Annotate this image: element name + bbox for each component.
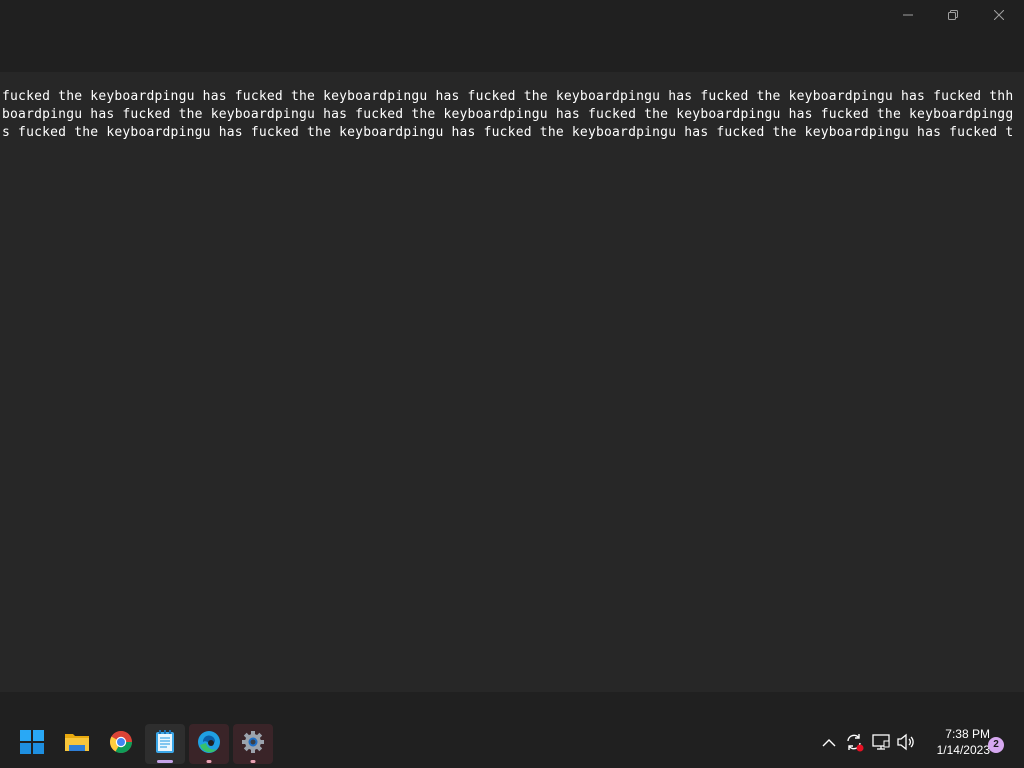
taskbar: 7:38 PM 1/14/2023 2: [0, 692, 1024, 768]
edge-icon: [197, 730, 221, 759]
clock-date: 1/14/2023: [936, 743, 990, 757]
running-indicator: [206, 760, 212, 763]
sync-tray-button[interactable]: [842, 732, 866, 756]
editor-line: s fucked the keyboardpingu has fucked th…: [2, 125, 1014, 140]
notepad-window: fucked the keyboardpingu has fucked the …: [0, 0, 1024, 692]
running-indicator: [250, 760, 256, 763]
windows-logo-icon: [20, 729, 44, 759]
taskbar-edge[interactable]: [189, 724, 229, 764]
title-bar[interactable]: [0, 0, 1024, 72]
taskbar-settings[interactable]: [233, 724, 273, 764]
show-hidden-icons-button[interactable]: [817, 732, 841, 756]
chevron-up-icon: [822, 735, 836, 753]
restore-icon: [948, 10, 958, 20]
chrome-icon: [109, 730, 133, 759]
taskbar-chrome[interactable]: [101, 724, 141, 764]
taskbar-file-explorer[interactable]: [57, 724, 97, 764]
editor-line: fucked the keyboardpingu has fucked the …: [2, 89, 1014, 104]
taskbar-notepad[interactable]: [145, 724, 185, 764]
restore-button[interactable]: [930, 0, 976, 30]
active-indicator: [157, 760, 173, 763]
clock-time: 7:38 PM: [945, 727, 990, 741]
volume-tray-button[interactable]: [894, 732, 918, 756]
minimize-button[interactable]: [885, 0, 931, 30]
clock-button[interactable]: 7:38 PM 1/14/2023: [920, 726, 990, 758]
close-button[interactable]: [976, 0, 1022, 30]
minimize-icon: [903, 10, 913, 20]
start-button[interactable]: [12, 724, 52, 764]
close-icon: [994, 10, 1004, 20]
editor-line: boardpingu has fucked the keyboardpingu …: [2, 107, 1014, 122]
notepad-icon: [154, 729, 176, 759]
network-tray-button[interactable]: [869, 732, 893, 756]
network-icon: [871, 732, 891, 757]
folder-icon: [64, 731, 90, 758]
notification-badge[interactable]: 2: [988, 737, 1004, 753]
gear-icon: [241, 730, 265, 759]
volume-icon: [896, 732, 916, 757]
text-editor-area[interactable]: fucked the keyboardpingu has fucked the …: [0, 72, 1024, 692]
sync-icon: [844, 732, 864, 757]
